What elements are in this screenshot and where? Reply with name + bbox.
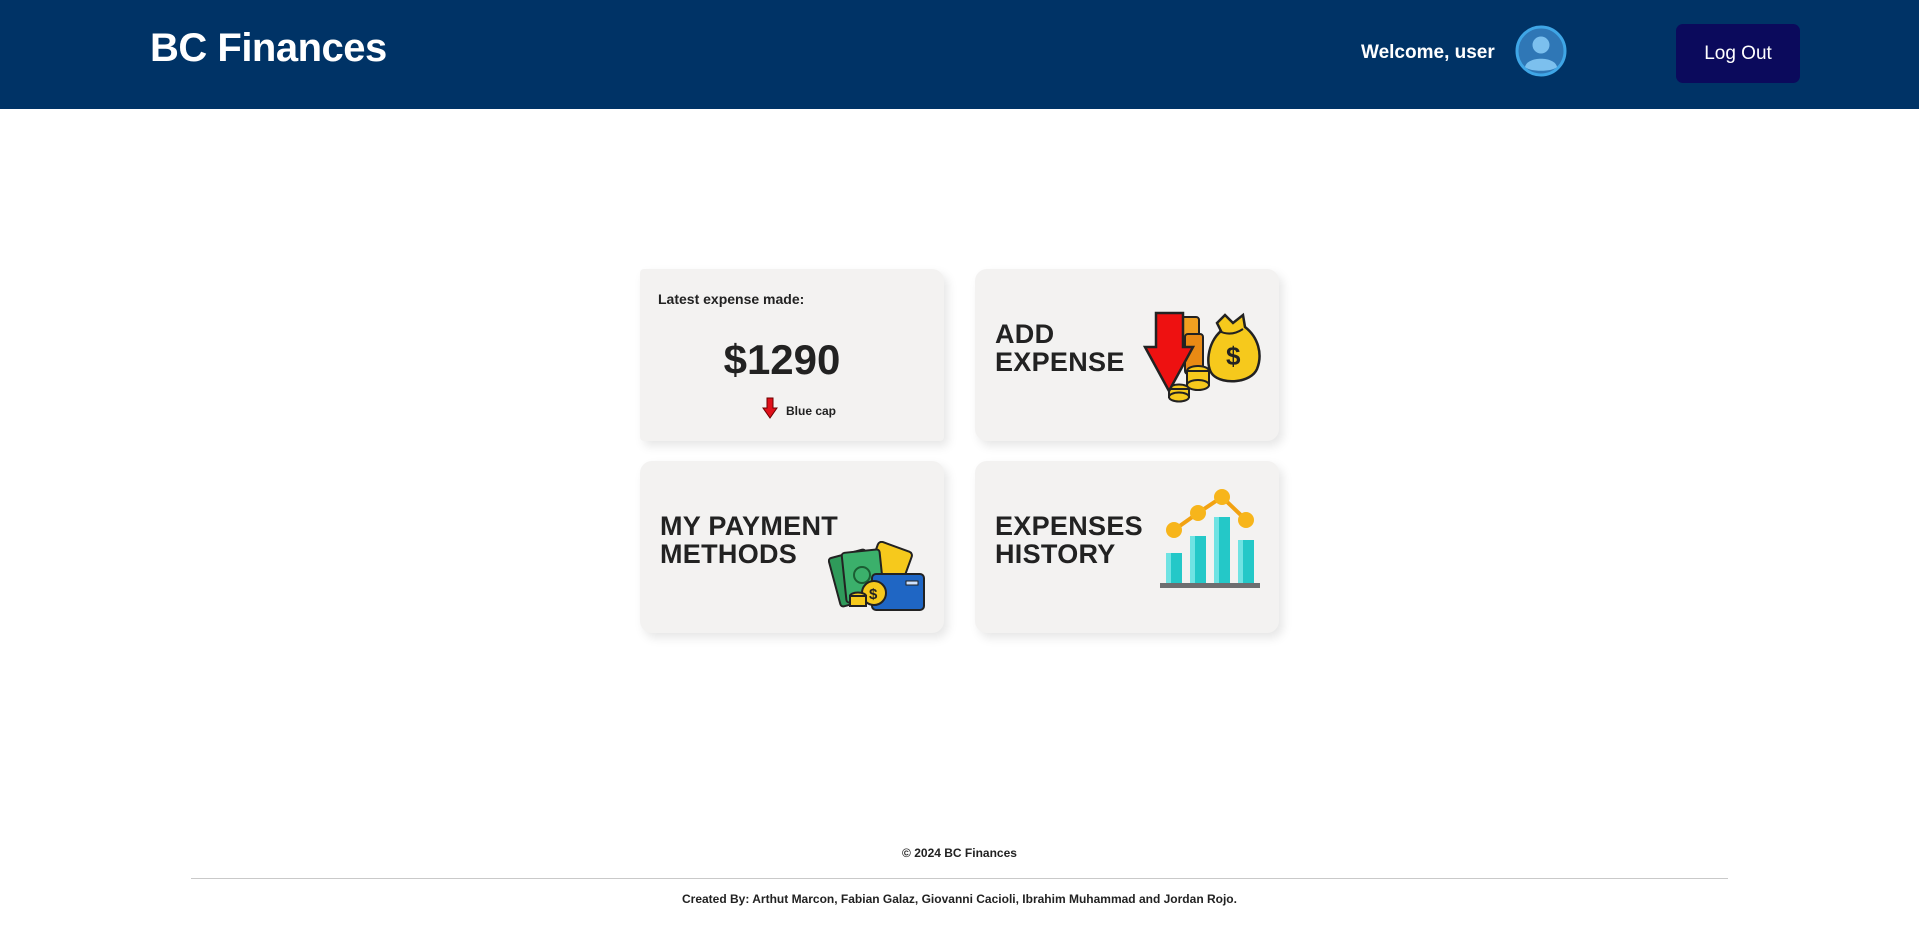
add-expense-title-line1: ADD [995, 319, 1055, 349]
latest-expense-description: Blue cap [786, 403, 837, 418]
logout-button[interactable]: Log Out [1676, 24, 1800, 83]
add-expense-card[interactable]: ADD EXPENSE $ [975, 269, 1279, 441]
user-avatar-icon[interactable] [1515, 25, 1567, 77]
footer-copyright: © 2024 BC Finances [902, 846, 1017, 860]
cash-card-icon: $ [827, 540, 928, 621]
money-bag-down-arrow-icon: $ [1133, 309, 1263, 409]
footer-divider [191, 878, 1728, 879]
expenses-history-title: EXPENSES HISTORY [995, 512, 1143, 568]
footer-credits: Created By: Arthut Marcon, Fabian Galaz,… [682, 892, 1237, 906]
latest-expense-item: Blue cap [762, 397, 836, 424]
add-expense-title-line2: EXPENSE [995, 347, 1125, 377]
latest-expense-card: Latest expense made: $1290 Blue cap [640, 269, 944, 441]
payment-methods-title-line2: METHODS [660, 539, 798, 569]
add-expense-title: ADD EXPENSE [995, 320, 1125, 376]
expenses-history-card[interactable]: EXPENSES HISTORY [975, 461, 1279, 633]
latest-expense-amount: $1290 [723, 336, 841, 383]
svg-text:$: $ [1226, 341, 1241, 371]
payment-methods-title-line1: MY PAYMENT [660, 511, 839, 541]
top-header: BC Finances Welcome, user Log Out [0, 0, 1919, 109]
red-down-arrow-icon [762, 397, 778, 424]
svg-text:$: $ [869, 586, 878, 603]
payment-methods-title: MY PAYMENT METHODS [660, 512, 838, 568]
latest-expense-title: Latest expense made: [658, 291, 805, 307]
brand-title[interactable]: BC Finances [150, 26, 387, 71]
welcome-text: Welcome, user [1361, 42, 1495, 63]
bar-line-chart-icon [1160, 487, 1262, 597]
expenses-history-title-line2: HISTORY [995, 539, 1116, 569]
expenses-history-title-line1: EXPENSES [995, 511, 1143, 541]
payment-methods-card[interactable]: MY PAYMENT METHODS $ [640, 461, 944, 633]
